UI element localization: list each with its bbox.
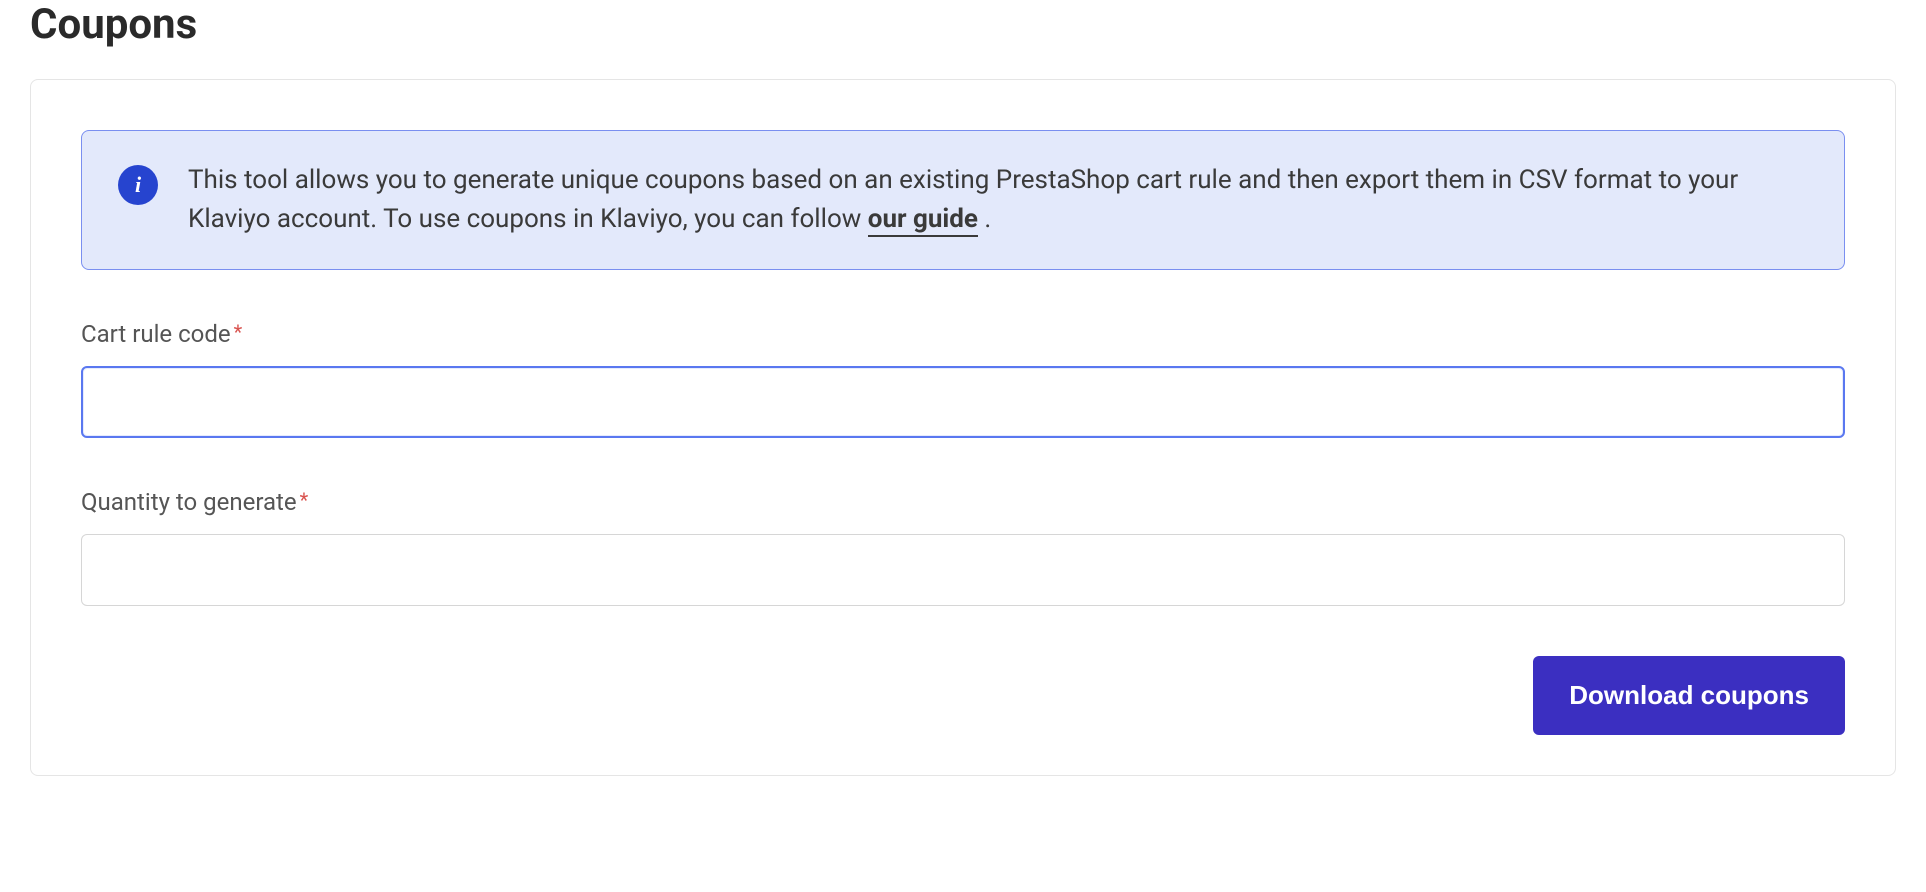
page-title: Coupons (30, 0, 1896, 49)
required-indicator: * (234, 320, 243, 344)
required-indicator: * (300, 488, 309, 512)
quantity-to-generate-label-text: Quantity to generate (81, 488, 297, 516)
coupons-panel: i This tool allows you to generate uniqu… (30, 79, 1896, 776)
quantity-to-generate-label: Quantity to generate* (81, 488, 1845, 516)
info-alert: i This tool allows you to generate uniqu… (81, 130, 1845, 270)
cart-rule-code-input[interactable] (81, 366, 1845, 438)
cart-rule-code-group: Cart rule code* (81, 320, 1845, 438)
our-guide-link[interactable]: our guide (868, 204, 978, 237)
info-alert-text: This tool allows you to generate unique … (188, 161, 1808, 239)
download-coupons-button[interactable]: Download coupons (1533, 656, 1845, 735)
cart-rule-code-label-text: Cart rule code (81, 320, 231, 348)
button-row: Download coupons (81, 656, 1845, 735)
info-alert-text-after: . (978, 204, 991, 234)
quantity-to-generate-group: Quantity to generate* (81, 488, 1845, 606)
quantity-to-generate-input[interactable] (81, 534, 1845, 606)
cart-rule-code-label: Cart rule code* (81, 320, 1845, 348)
info-icon: i (118, 165, 158, 205)
